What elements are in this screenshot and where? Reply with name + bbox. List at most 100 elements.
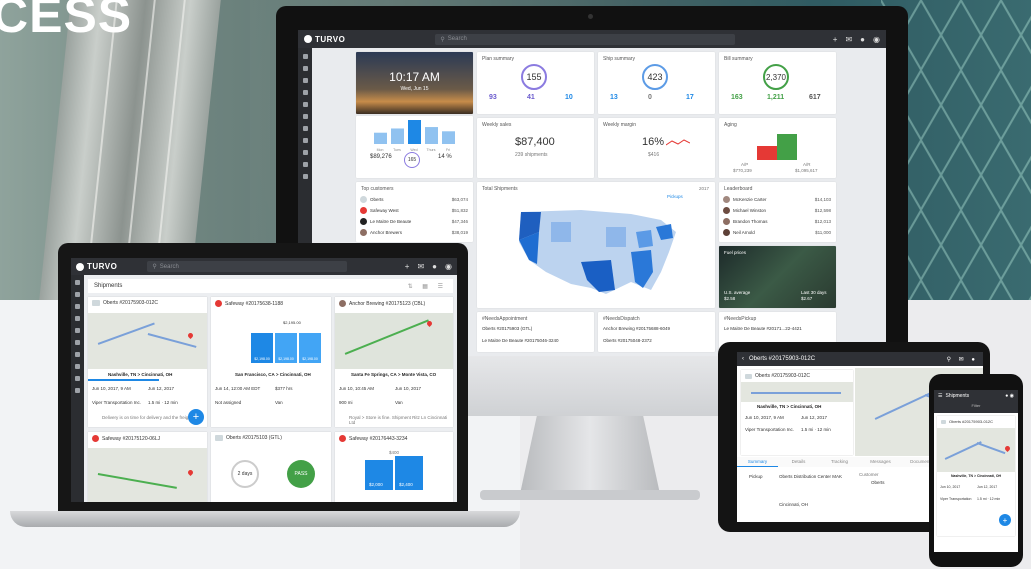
weekly-margin-card[interactable]: Weekly margin 16% $416 — [598, 118, 715, 178]
sidebar-orders-icon[interactable] — [302, 78, 308, 83]
sidebar-docs-icon[interactable] — [75, 340, 80, 345]
weekly-sales-card[interactable]: Weekly sales $87,400 239 shipments — [477, 118, 594, 178]
tab-pickups[interactable]: Pickups — [667, 194, 683, 199]
shipment-card[interactable]: Oberts #20175903-012C Nashville, TN > Ci… — [88, 297, 207, 427]
sidebar-home-icon[interactable] — [302, 54, 308, 59]
top-customers-card[interactable]: Top customers Oberts $63,074 Safeway West… — [356, 182, 473, 242]
fuel-prices-card[interactable]: Fuel prices U.S. average $2.58 Last 30 d… — [719, 246, 836, 308]
needs-dispatch-card[interactable]: #NeedsDispatch Anchor Brewing #20175688-… — [598, 312, 715, 352]
view-toggle-icons[interactable]: ⇅ ▦ ☰ — [408, 283, 447, 290]
topbar-icons[interactable]: ⚲ ✉ ● — [947, 356, 978, 363]
customer-row[interactable]: Le Maitre De Beaute $47,346 — [360, 216, 468, 227]
sidebar-reports-icon[interactable] — [302, 174, 308, 179]
account-icon[interactable]: ◉ — [873, 35, 880, 44]
topbar-icons[interactable]: ● ◉ — [1005, 393, 1014, 399]
anchor-logo-icon — [339, 300, 346, 307]
plan-summary-card[interactable]: Plan summary 155 93 41 10 — [477, 52, 594, 114]
back-arrow-icon[interactable]: ‹ — [742, 356, 744, 362]
shipment-row[interactable]: Le Maitre De Beaute #20175046-3240 — [482, 338, 559, 343]
ship-summary-card[interactable]: Ship summary 423 13 0 17 — [598, 52, 715, 114]
sidebar-messages-icon[interactable] — [75, 376, 80, 381]
sidebar-customers-icon[interactable] — [302, 102, 308, 107]
shipment-card[interactable]: Safeway #20175638-1188 $2,195.00 $2,198.0… — [211, 297, 331, 427]
total-shipments-card[interactable]: Total Shipments 2017 Pickups — [477, 182, 715, 308]
leader-row[interactable]: Michael Winston $12,598 — [723, 205, 831, 216]
shipment-card[interactable]: Anchor Brewing #20175123 (CBL) Santa Fe … — [335, 297, 453, 427]
sidebar-shipments-icon[interactable] — [302, 66, 308, 71]
route-map[interactable] — [741, 382, 853, 402]
tab-messages[interactable]: Messages — [860, 457, 901, 467]
needs-appointment-card[interactable]: #NeedsAppointment Oberts #20175903 (GTL)… — [477, 312, 594, 352]
route-map[interactable] — [937, 428, 1015, 472]
route-label: Nashville, TN > Cincinnati, OH — [757, 404, 822, 409]
turvo-logo[interactable]: TURVO — [304, 35, 345, 44]
chat-icon[interactable]: ✉ — [845, 35, 852, 44]
sidebar-location-icon[interactable] — [75, 364, 80, 369]
bell-icon[interactable]: ● — [432, 262, 437, 271]
route-map[interactable] — [88, 313, 207, 369]
sidebar-truck-icon[interactable] — [302, 90, 308, 95]
add-icon[interactable]: + — [405, 262, 410, 271]
sidebar-reports-icon[interactable] — [75, 388, 80, 393]
fuel-us-value: $2.58 — [724, 296, 736, 301]
sidebar-calendar-icon[interactable] — [302, 126, 308, 131]
shipment-card[interactable]: Oberts #20175103 (GTL) 2 days PASS — [211, 432, 331, 502]
customer-row[interactable]: Oberts $63,074 — [360, 194, 468, 205]
shipment-row[interactable]: Oberts #20175903 (GTL) — [482, 326, 532, 331]
plan-stat-2: 41 — [527, 94, 535, 101]
pickup-label: Pickup — [749, 474, 763, 479]
chat-icon[interactable]: ✉ — [417, 262, 424, 271]
menu-icon[interactable]: ☰ — [938, 393, 942, 399]
bell-icon[interactable]: ● — [860, 35, 865, 44]
sidebar-home-icon[interactable] — [75, 280, 80, 285]
leader-row[interactable]: Brandon Thomas $12,013 — [723, 216, 831, 227]
add-fab-button[interactable]: + — [188, 409, 204, 425]
phone-screen: ☰ Shipments ● ◉ Filter Oberts #20175903-… — [934, 390, 1018, 552]
leader-row[interactable]: Neil Arnold $11,000 — [723, 227, 831, 238]
customer-label: Customer — [859, 472, 879, 477]
weekly-bars-chart: Mon Tues Wed Thurs Fri — [374, 120, 455, 152]
sidebar-shipments-icon[interactable] — [75, 292, 80, 297]
sidebar-calendar-icon[interactable] — [75, 352, 80, 357]
shipment-card[interactable]: Safeway #20175120-06LJ — [88, 432, 207, 502]
add-fab-button[interactable]: + — [999, 514, 1011, 526]
route-map[interactable] — [335, 313, 453, 369]
sidebar-truck-icon[interactable] — [75, 316, 80, 321]
delivery-value: Jun 12, 2017 — [148, 386, 175, 391]
search-input[interactable]: ⚲ Search — [147, 261, 348, 272]
aging-card[interactable]: Aging A/P A/R $770,239 $1,095,617 — [719, 118, 836, 178]
filter-button[interactable]: Filter — [938, 403, 1014, 408]
sidebar-settings-icon[interactable] — [302, 162, 308, 167]
shipment-row[interactable]: Oberts #20175048-2372 — [603, 338, 652, 343]
sidebar-customers-icon[interactable] — [75, 328, 80, 333]
search-input[interactable]: ⚲ Search — [435, 33, 736, 45]
sidebar-location-icon[interactable] — [302, 138, 308, 143]
sidebar-orders-icon[interactable] — [75, 304, 80, 309]
customer-logo-icon — [360, 218, 367, 225]
turvo-logo[interactable]: TURVO — [76, 262, 117, 271]
account-icon[interactable]: ◉ — [445, 262, 452, 271]
add-icon[interactable]: + — [833, 35, 838, 44]
shipment-card[interactable]: Safeway #20176443-3234 $400 $2,000 $2,40… — [335, 432, 453, 502]
leaderboard-card[interactable]: Leaderboard McKenzie Carter $14,103 Micha… — [719, 182, 836, 242]
customer-row[interactable]: Safeway West $51,832 — [360, 205, 468, 216]
route-map[interactable] — [88, 448, 207, 502]
shipment-row[interactable]: Le Maitre De Beaute #20171...22-4421 — [724, 326, 802, 331]
leader-row[interactable]: McKenzie Carter $14,103 — [723, 194, 831, 205]
sidebar-messages-icon[interactable] — [302, 150, 308, 155]
hero-card: 10:17 AM Wed, Jun 15 — [356, 52, 473, 114]
tab-details[interactable]: Details — [778, 457, 819, 467]
tab-summary[interactable]: Summary — [737, 457, 778, 467]
page-title-text: Shipments — [94, 283, 123, 289]
shipment-card[interactable]: Oberts #20175903-012C Nashville, TN > Ci… — [741, 370, 853, 455]
shipment-row[interactable]: Anchor Brewing #20175688-6049 — [603, 326, 670, 331]
us-heatmap[interactable] — [511, 202, 681, 302]
customer-row[interactable]: Anchor Brewers $38,019 — [360, 227, 468, 238]
phone-topbar: ☰ Shipments ● ◉ Filter — [934, 390, 1018, 413]
tab-tracking[interactable]: Tracking — [819, 457, 860, 467]
sidebar-docs-icon[interactable] — [302, 114, 308, 119]
shipment-card[interactable]: Oberts #20175903-012C Nashville, TN > Ci… — [937, 416, 1015, 536]
equipment-value: Van — [275, 400, 283, 405]
bill-summary-card[interactable]: Bill summary 2,370 163 1,211 617 — [719, 52, 836, 114]
oberts-logo-icon — [745, 373, 752, 379]
